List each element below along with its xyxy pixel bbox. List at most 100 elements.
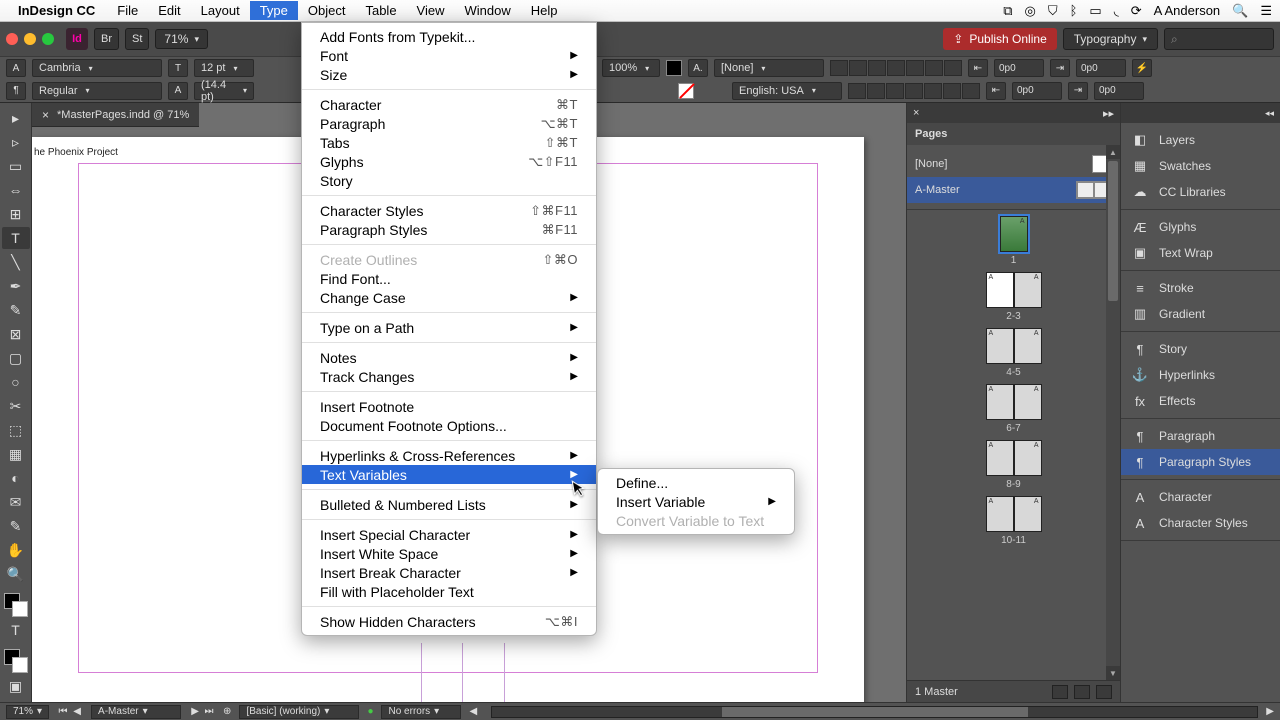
panel-paragraph[interactable]: ¶Paragraph xyxy=(1121,423,1280,449)
gap-tool[interactable]: ⇔ xyxy=(2,179,30,201)
align-buttons[interactable] xyxy=(830,60,962,76)
indent-right-input[interactable]: 0p0 xyxy=(1012,82,1062,100)
page-tool[interactable]: ▭ xyxy=(2,155,30,177)
page-nav[interactable]: ⏮◀ xyxy=(57,706,83,717)
leading-dropdown[interactable]: (14.4 pt) xyxy=(194,82,254,100)
master-a[interactable]: A-Master xyxy=(907,177,1120,203)
bridge-button[interactable]: Br xyxy=(94,28,119,50)
menu-layout[interactable]: Layout xyxy=(191,1,250,20)
wifi-icon[interactable]: ◟ xyxy=(1114,3,1119,19)
menuitem-tabs[interactable]: Tabs⇧⌘T xyxy=(302,133,596,152)
panel-character[interactable]: ACharacter xyxy=(1121,484,1280,510)
para-mode-icon[interactable]: ¶ xyxy=(6,82,26,100)
font-size-dropdown[interactable]: 12 pt xyxy=(194,59,254,77)
stroke-swatch[interactable] xyxy=(678,83,694,99)
panel-collapse-icon[interactable]: ▸▸ xyxy=(1103,107,1114,120)
menuitem-insert-special-character[interactable]: Insert Special Character▶ xyxy=(302,525,596,544)
spread-8-9[interactable]: AA 8-9 xyxy=(986,440,1042,490)
preflight-errors-dropdown[interactable]: No errors ▾ xyxy=(381,705,461,719)
align-buttons-2[interactable] xyxy=(848,83,980,99)
submenuitem-define[interactable]: Define... xyxy=(598,473,794,492)
panel-swatches[interactable]: ▦Swatches xyxy=(1121,153,1280,179)
zoom-dropdown[interactable]: 71% xyxy=(155,29,208,49)
menuitem-type-on-a-path[interactable]: Type on a Path▶ xyxy=(302,318,596,337)
new-page-button[interactable] xyxy=(1074,685,1090,699)
menuitem-hyperlinks-cross-references[interactable]: Hyperlinks & Cross-References▶ xyxy=(302,446,596,465)
menu-edit[interactable]: Edit xyxy=(148,1,190,20)
menuitem-show-hidden-characters[interactable]: Show Hidden Characters⌥⌘I xyxy=(302,612,596,631)
panel-gradient[interactable]: ▥Gradient xyxy=(1121,301,1280,327)
panel-text-wrap[interactable]: ▣Text Wrap xyxy=(1121,240,1280,266)
open-indicator-icon[interactable]: ⊕ xyxy=(223,706,231,717)
spread-2-3[interactable]: AA 2-3 xyxy=(986,272,1042,322)
direct-selection-tool[interactable]: ▹ xyxy=(2,131,30,153)
menuitem-insert-footnote[interactable]: Insert Footnote xyxy=(302,397,596,416)
fill-swatch[interactable] xyxy=(666,60,682,76)
close-window-button[interactable] xyxy=(6,33,18,45)
eyedropper-tool[interactable]: ✎ xyxy=(2,515,30,537)
menuitem-notes[interactable]: Notes▶ xyxy=(302,348,596,367)
charstyle-dropdown[interactable]: [None] xyxy=(714,59,824,77)
menuitem-glyphs[interactable]: Glyphs⌥⇧F11 xyxy=(302,152,596,171)
scroll-thumb[interactable] xyxy=(1108,161,1118,301)
menuitem-size[interactable]: Size▶ xyxy=(302,65,596,84)
scroll-right-icon[interactable]: ▶ xyxy=(1266,706,1274,717)
pages-list[interactable]: A 1 AA 2-3 AA 4-5 AA 6-7 AA 8-9 AA 10-11 xyxy=(907,210,1120,680)
selection-tool[interactable]: ▸ xyxy=(2,107,30,129)
menuitem-character-styles[interactable]: Character Styles⇧⌘F11 xyxy=(302,201,596,220)
pages-scrollbar[interactable]: ▲ ▼ xyxy=(1106,145,1120,680)
ellipse-tool[interactable]: ○ xyxy=(2,371,30,393)
bluetooth-icon[interactable]: ᛒ xyxy=(1070,3,1078,18)
pages-panel-header[interactable]: Pages xyxy=(907,123,1120,145)
menuitem-change-case[interactable]: Change Case▶ xyxy=(302,288,596,307)
menuitem-character[interactable]: Character⌘T xyxy=(302,95,596,114)
scroll-left-icon[interactable]: ◀ xyxy=(469,706,477,717)
sync-icon[interactable]: ⟳ xyxy=(1131,3,1142,19)
gradient-tool[interactable]: ▦ xyxy=(2,443,30,465)
menu-view[interactable]: View xyxy=(407,1,455,20)
rectangle-tool[interactable]: ▢ xyxy=(2,347,30,369)
battery-icon[interactable]: ▭ xyxy=(1089,3,1101,19)
pen-tool[interactable]: ✒ xyxy=(2,275,30,297)
panel-cc-libraries[interactable]: ☁CC Libraries xyxy=(1121,179,1280,205)
language-dropdown[interactable]: English: USA xyxy=(732,82,842,100)
workspace-dropdown[interactable]: Typography xyxy=(1063,28,1158,50)
dock-collapse-icon[interactable]: ◂◂ xyxy=(1121,103,1280,123)
panel-close-icon[interactable]: × xyxy=(913,107,919,119)
app-name[interactable]: InDesign CC xyxy=(18,3,95,18)
hand-tool[interactable]: ✋ xyxy=(2,539,30,561)
menuitem-paragraph-styles[interactable]: Paragraph Styles⌘F11 xyxy=(302,220,596,239)
spotlight-icon[interactable]: 🔍 xyxy=(1232,3,1248,19)
font-style-dropdown[interactable]: Regular xyxy=(32,82,162,100)
user-name[interactable]: A Anderson xyxy=(1154,3,1221,18)
menu-table[interactable]: Table xyxy=(355,1,406,20)
panel-paragraph-styles[interactable]: ¶Paragraph Styles xyxy=(1121,449,1280,475)
menuitem-track-changes[interactable]: Track Changes▶ xyxy=(302,367,596,386)
panel-layers[interactable]: ◧Layers xyxy=(1121,127,1280,153)
page-nav-fwd[interactable]: ▶⏭ xyxy=(189,706,215,717)
scissors-tool[interactable]: ✂ xyxy=(2,395,30,417)
gradient-feather-tool[interactable]: ◐ xyxy=(2,467,30,489)
shield-icon[interactable]: ⛉ xyxy=(1048,3,1058,19)
note-tool[interactable]: ✉ xyxy=(2,491,30,513)
indent-left-input[interactable]: 0p0 xyxy=(994,59,1044,77)
menu-extras-icon[interactable]: ☰ xyxy=(1260,3,1272,19)
menuitem-find-font[interactable]: Find Font... xyxy=(302,269,596,288)
menuitem-add-fonts-from-typekit[interactable]: Add Fonts from Typekit... xyxy=(302,27,596,46)
menu-type[interactable]: Type xyxy=(250,1,298,20)
pencil-tool[interactable]: ✎ xyxy=(2,299,30,321)
submenuitem-insert-variable[interactable]: Insert Variable▶ xyxy=(598,492,794,511)
edit-page-size-button[interactable] xyxy=(1052,685,1068,699)
type-tool[interactable]: T xyxy=(2,227,30,249)
view-mode-toggle[interactable]: ▣ xyxy=(2,675,30,697)
panel-stroke[interactable]: ≡Stroke xyxy=(1121,275,1280,301)
cc-icon[interactable]: ◎ xyxy=(1024,3,1035,19)
menuitem-story[interactable]: Story xyxy=(302,171,596,190)
bolt-icon[interactable]: ⚡ xyxy=(1132,59,1152,77)
fill-stroke-swatches[interactable] xyxy=(4,593,28,617)
char-mode-icon[interactable]: A xyxy=(6,59,26,77)
menuitem-document-footnote-options[interactable]: Document Footnote Options... xyxy=(302,416,596,435)
menu-window[interactable]: Window xyxy=(455,1,521,20)
menuitem-paragraph[interactable]: Paragraph⌥⌘T xyxy=(302,114,596,133)
stock-button[interactable]: St xyxy=(125,28,149,50)
